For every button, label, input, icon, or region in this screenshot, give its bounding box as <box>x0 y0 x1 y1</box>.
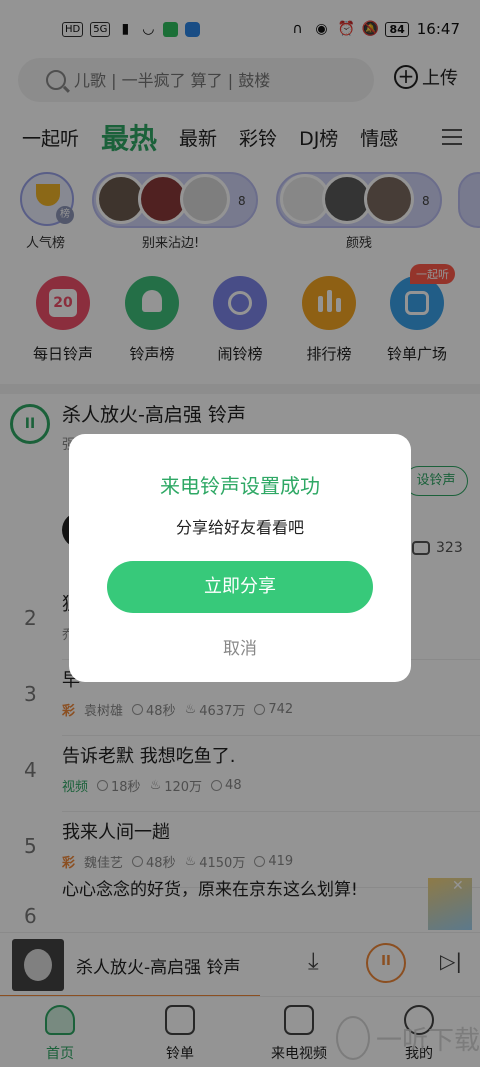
share-now-button[interactable]: 立即分享 <box>107 561 373 613</box>
app-root: HD 5G ▮ ◡ ∩ ◉ ⏰ 🔕 84 16:47 + 上传 一起听 最热 最… <box>0 0 480 1067</box>
dialog-title: 来电铃声设置成功 <box>160 474 320 498</box>
ringtone-success-dialog: 来电铃声设置成功 分享给好友看看吧 立即分享 取消 <box>69 434 411 682</box>
cancel-button[interactable]: 取消 <box>69 634 411 659</box>
dialog-message: 分享给好友看看吧 <box>175 518 304 537</box>
